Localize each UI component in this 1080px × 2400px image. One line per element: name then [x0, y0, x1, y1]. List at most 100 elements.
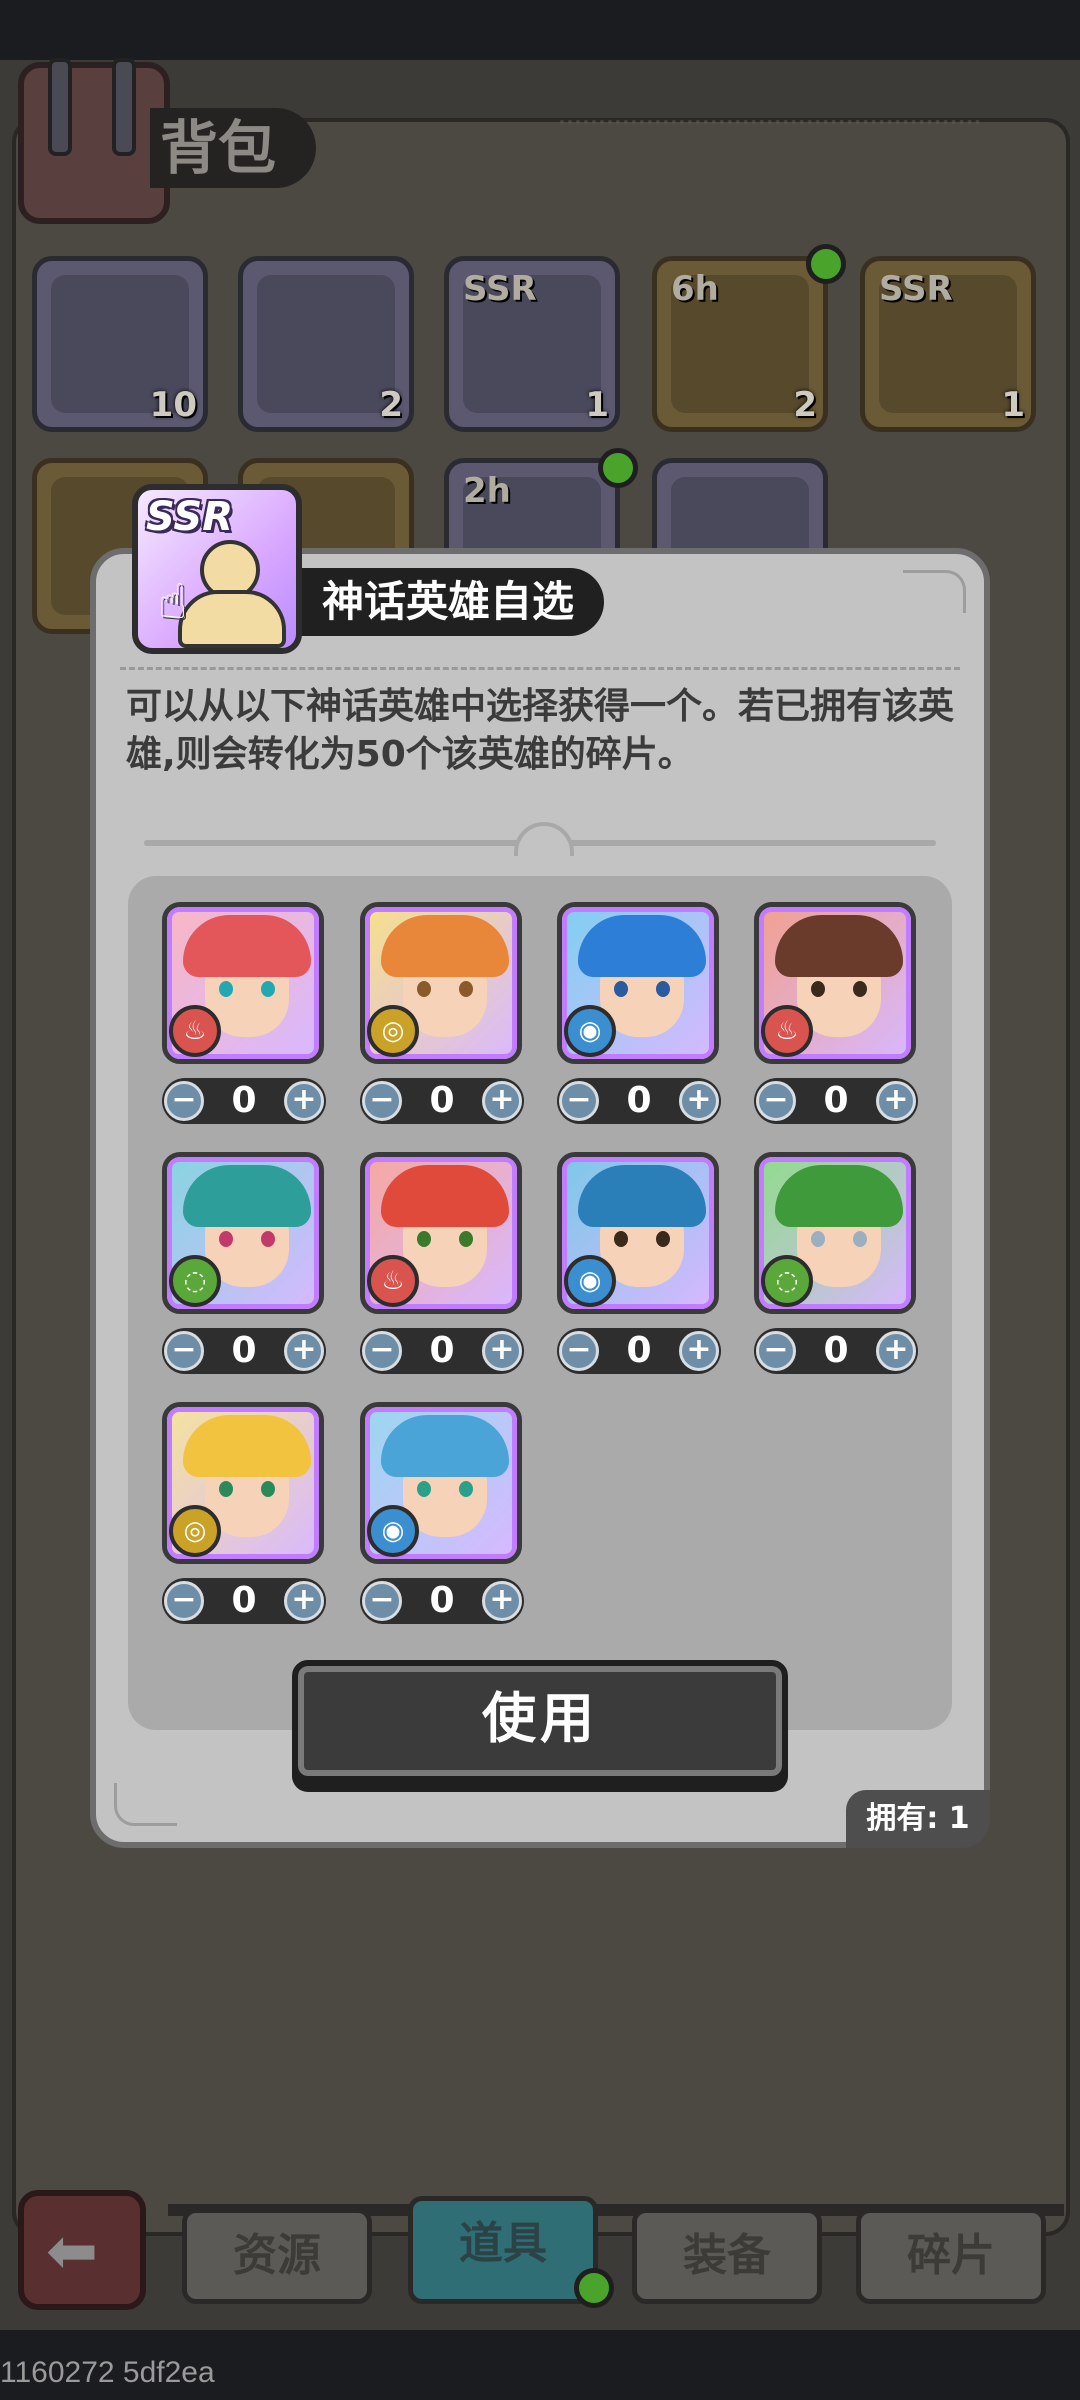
- minus-button[interactable]: −: [362, 1081, 402, 1121]
- tab-items[interactable]: 道具: [408, 2196, 598, 2304]
- earth-element-icon: ◎: [169, 1505, 221, 1557]
- hero-portrait[interactable]: ♨: [754, 902, 916, 1064]
- minus-button[interactable]: −: [756, 1081, 796, 1121]
- duration-label: 6h: [671, 269, 719, 309]
- hero-eye: [811, 1231, 825, 1247]
- back-button[interactable]: ⬅: [18, 2190, 146, 2310]
- minus-button[interactable]: −: [164, 1581, 204, 1621]
- hero-portrait[interactable]: ◉: [557, 1152, 719, 1314]
- bust-body: [178, 590, 286, 648]
- hero-portrait[interactable]: ◎: [360, 902, 522, 1064]
- quantity-value: 0: [231, 1080, 257, 1121]
- hero-eye: [219, 1481, 233, 1497]
- wind-element-icon: ◌: [761, 1255, 813, 1307]
- bag-title: 背包: [150, 108, 317, 188]
- corner-ornament: [114, 1783, 177, 1826]
- fire-element-icon: ♨: [761, 1005, 813, 1057]
- quantity-stepper: −0 +: [557, 1328, 721, 1374]
- quantity-value: 0: [823, 1330, 849, 1371]
- hero-portrait[interactable]: ◌: [162, 1152, 324, 1314]
- hero-eye: [811, 981, 825, 997]
- plus-button[interactable]: +: [284, 1331, 324, 1371]
- hero-eye: [853, 1231, 867, 1247]
- plus-button[interactable]: +: [876, 1331, 916, 1371]
- hero-eye: [459, 1481, 473, 1497]
- hero-portrait[interactable]: ◉: [360, 1402, 522, 1564]
- item-count: 2: [379, 385, 403, 425]
- use-button[interactable]: 使用: [292, 1660, 788, 1782]
- fire-element-icon: ♨: [169, 1005, 221, 1057]
- build-id: 1160272 5df2ea: [0, 2356, 215, 2389]
- ssr-badge: SSR: [879, 269, 953, 309]
- hero-hair: [381, 1415, 509, 1477]
- bag-slot[interactable]: 6h 2: [652, 256, 828, 432]
- quantity-stepper: −0 +: [162, 1328, 326, 1374]
- plus-button[interactable]: +: [679, 1331, 719, 1371]
- hero-eye: [261, 1231, 275, 1247]
- water-element-icon: ◉: [367, 1505, 419, 1557]
- quantity-stepper: −0 +: [360, 1328, 524, 1374]
- plus-button[interactable]: +: [284, 1081, 324, 1121]
- quantity-value: 0: [429, 1330, 455, 1371]
- minus-button[interactable]: −: [164, 1331, 204, 1371]
- hero-hair: [775, 1165, 903, 1227]
- minus-button[interactable]: −: [559, 1081, 599, 1121]
- new-indicator-dot: [806, 244, 846, 284]
- minus-button[interactable]: −: [559, 1331, 599, 1371]
- tab-equipment[interactable]: 装备: [632, 2208, 822, 2304]
- hero-hair: [578, 915, 706, 977]
- plus-button[interactable]: +: [482, 1081, 522, 1121]
- plus-button[interactable]: +: [679, 1081, 719, 1121]
- item-count: 10: [149, 385, 197, 425]
- minus-button[interactable]: −: [362, 1581, 402, 1621]
- minus-button[interactable]: −: [164, 1081, 204, 1121]
- hero-eye: [219, 981, 233, 997]
- hero-eye: [261, 1481, 275, 1497]
- minus-button[interactable]: −: [756, 1331, 796, 1371]
- wind-element-icon: ◌: [169, 1255, 221, 1307]
- hero-portrait[interactable]: ♨: [360, 1152, 522, 1314]
- tab-resources[interactable]: 资源: [182, 2208, 372, 2304]
- bag-slot[interactable]: 2: [238, 256, 414, 432]
- hero-eye: [417, 981, 431, 997]
- hero-eye: [417, 1231, 431, 1247]
- hero-portrait[interactable]: ◎: [162, 1402, 324, 1564]
- fire-element-icon: ♨: [367, 1255, 419, 1307]
- bag-decoration: [560, 120, 980, 184]
- earth-element-icon: ◎: [367, 1005, 419, 1057]
- minus-button[interactable]: −: [362, 1331, 402, 1371]
- plus-button[interactable]: +: [284, 1581, 324, 1621]
- hero-eye: [417, 1481, 431, 1497]
- hero-hair: [183, 1415, 311, 1477]
- hero-eye: [656, 1231, 670, 1247]
- new-indicator-dot: [598, 448, 638, 488]
- water-element-icon: ◉: [564, 1255, 616, 1307]
- item-count: 2: [793, 385, 817, 425]
- bag-slot[interactable]: 10: [32, 256, 208, 432]
- hero-eye: [614, 1231, 628, 1247]
- plus-button[interactable]: +: [482, 1581, 522, 1621]
- hero-portrait[interactable]: ◉: [557, 902, 719, 1064]
- corner-ornament: [903, 570, 966, 613]
- backpack-icon: [18, 58, 170, 224]
- quantity-stepper: −0 +: [162, 1078, 326, 1124]
- tab-fragments[interactable]: 碎片: [856, 2208, 1046, 2304]
- item-count: 1: [585, 385, 609, 425]
- hero-portrait[interactable]: ◌: [754, 1152, 916, 1314]
- dialog-title: 神话英雄自选: [300, 568, 605, 636]
- hero-portrait[interactable]: ♨: [162, 902, 324, 1064]
- hero-hair: [183, 1165, 311, 1227]
- hero-hair: [183, 915, 311, 977]
- hero-eye: [261, 981, 275, 997]
- ssr-badge: SSR: [146, 494, 233, 540]
- item-count: 1: [1001, 385, 1025, 425]
- quantity-value: 0: [429, 1580, 455, 1621]
- plus-button[interactable]: +: [876, 1081, 916, 1121]
- dialog-description: 可以从以下神话英雄中选择获得一个。若已拥有该英雄,则会转化为50个该英雄的碎片。: [126, 686, 955, 775]
- plus-button[interactable]: +: [482, 1331, 522, 1371]
- quantity-value: 0: [429, 1080, 455, 1121]
- back-arrow-icon: ⬅: [46, 2214, 98, 2287]
- ssr-badge: SSR: [463, 269, 537, 309]
- bag-slot[interactable]: SSR 1: [444, 256, 620, 432]
- bag-slot[interactable]: SSR 1: [860, 256, 1036, 432]
